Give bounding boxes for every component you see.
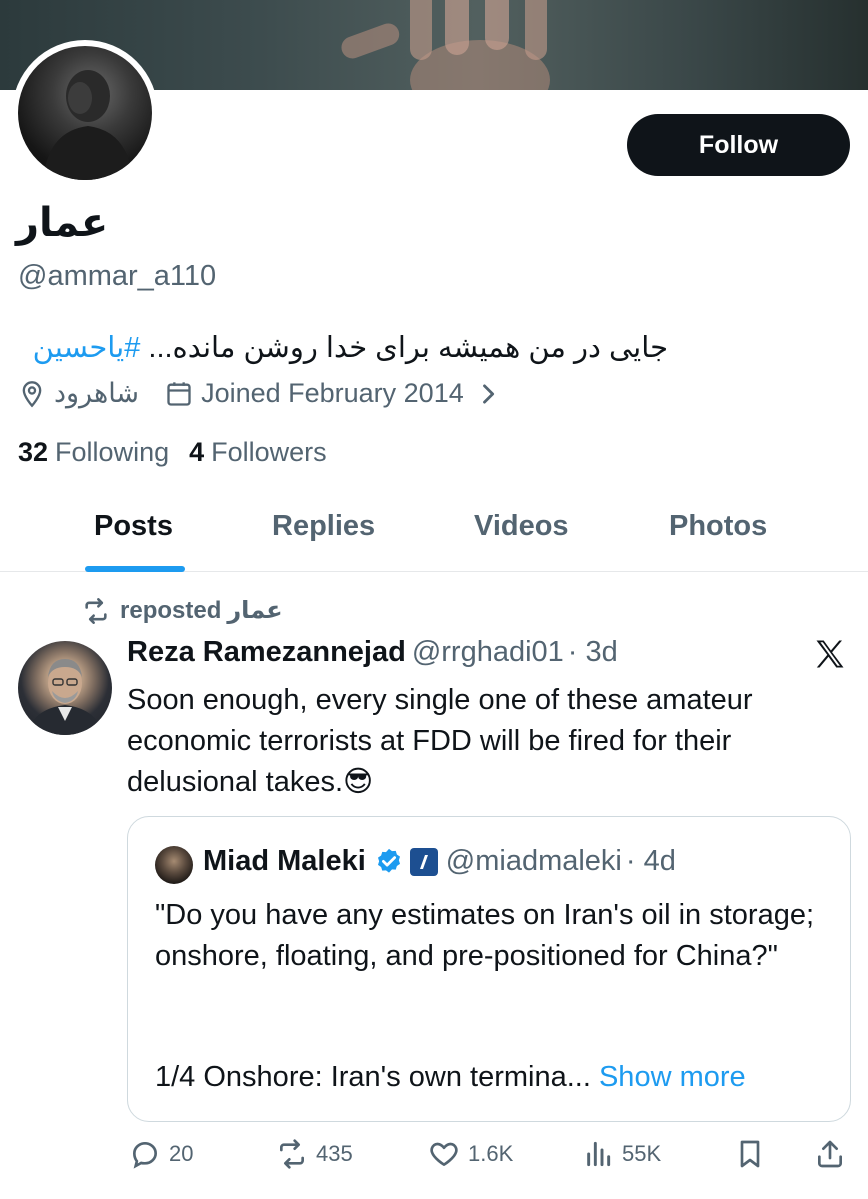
profile-joined-date: Joined February 2014 [201, 378, 464, 408]
affiliation-badge-icon [409, 847, 438, 876]
verified-badge-icon [377, 848, 400, 873]
share-button[interactable] [814, 1138, 854, 1170]
tab-videos[interactable]: Videos [474, 510, 569, 543]
bio-hashtag[interactable]: #یاحسین [33, 332, 141, 364]
post-author-name[interactable]: Reza Ramezannejad [127, 636, 406, 668]
profile-meta: شاهرود Joined February 2014 [18, 378, 502, 409]
tab-photos[interactable]: Photos [669, 510, 767, 543]
follow-button[interactable]: Follow [627, 114, 850, 176]
post-header: Reza Ramezannejad @rrghadi01 · 3d [127, 636, 618, 669]
share-icon [818, 1140, 842, 1168]
post-author-handle[interactable]: @rrghadi01 [412, 636, 564, 668]
following-count: 32 [18, 437, 49, 467]
profile-bio: جایی در من همیشه برای خدا روشن مانده... … [18, 330, 668, 365]
post-actions: 20 435 1.6K 55K [0, 1138, 868, 1178]
active-tab-indicator [85, 566, 185, 572]
reply-count: 20 [169, 1141, 194, 1166]
post-body: Soon enough, every single one of these a… [127, 684, 753, 798]
followers-link[interactable]: 4 Followers [189, 437, 327, 468]
banner-image [341, 0, 550, 90]
quoted-post-time: · 4d [625, 845, 676, 877]
views-count: 55K [622, 1141, 662, 1166]
repost-label: reposted [120, 596, 222, 624]
quoted-post[interactable]: Miad Maleki @miadmaleki · 4d "Do you hav… [127, 816, 851, 1122]
bookmark-icon [740, 1140, 760, 1168]
x-logo-icon [816, 640, 844, 668]
quoted-post-text: "Do you have any estimates on Iran's oil… [155, 899, 815, 972]
reply-button[interactable]: 20 [129, 1138, 193, 1170]
profile-name: عمار [16, 201, 109, 245]
views-button[interactable]: 55K [582, 1138, 661, 1170]
reply-icon [132, 1141, 158, 1169]
post-time[interactable]: · 3d [568, 636, 618, 668]
heart-icon [430, 1142, 458, 1166]
following-label: Following [55, 437, 170, 467]
show-more-link[interactable]: Show more [599, 1061, 746, 1093]
following-link[interactable]: 32 Following [18, 437, 169, 468]
quoted-author-handle: @miadmaleki [445, 845, 622, 877]
tab-replies[interactable]: Replies [272, 510, 375, 543]
quoted-post-snippet: 1/4 Onshore: Iran's own termina... [155, 1061, 599, 1093]
quoted-author-name: Miad Maleki [203, 845, 366, 877]
profile-stats: 32 Following 4 Followers [18, 437, 347, 468]
profile-avatar[interactable] [12, 40, 158, 186]
like-count: 1.6K [468, 1141, 514, 1166]
post-text: Soon enough, every single one of these a… [127, 680, 827, 803]
followers-label: Followers [211, 437, 327, 467]
tab-posts[interactable]: Posts [94, 510, 173, 543]
location-pin-icon [22, 380, 42, 407]
post-emoji: 😎 [343, 766, 374, 798]
quoted-author-avatar [155, 846, 193, 884]
chevron-right-icon[interactable] [474, 380, 502, 408]
repost-by[interactable]: عمار [227, 596, 282, 625]
repost-action-icon [280, 1139, 304, 1169]
quoted-post-text-continued: 1/4 Onshore: Iran's own termina... Show … [155, 1057, 845, 1098]
views-chart-icon [587, 1141, 611, 1167]
calendar-icon [167, 381, 191, 406]
repost-count: 435 [316, 1141, 353, 1166]
profile-handle: @ammar_a110 [18, 260, 217, 292]
bio-text: جایی در من همیشه برای خدا روشن مانده... [140, 332, 668, 364]
quoted-post-header: Miad Maleki @miadmaleki · 4d [203, 845, 676, 878]
bookmark-button[interactable] [734, 1138, 774, 1170]
repost-header: reposted عمار [82, 596, 283, 625]
like-button[interactable]: 1.6K [428, 1138, 513, 1170]
avatar-image [18, 46, 152, 180]
followers-count: 4 [189, 437, 205, 467]
profile-tabs: Posts Replies Videos Photos [0, 490, 868, 572]
profile-location: شاهرود [54, 378, 140, 408]
post-author-avatar[interactable] [18, 641, 112, 735]
repost-icon [85, 597, 107, 624]
repost-button[interactable]: 435 [276, 1138, 353, 1170]
